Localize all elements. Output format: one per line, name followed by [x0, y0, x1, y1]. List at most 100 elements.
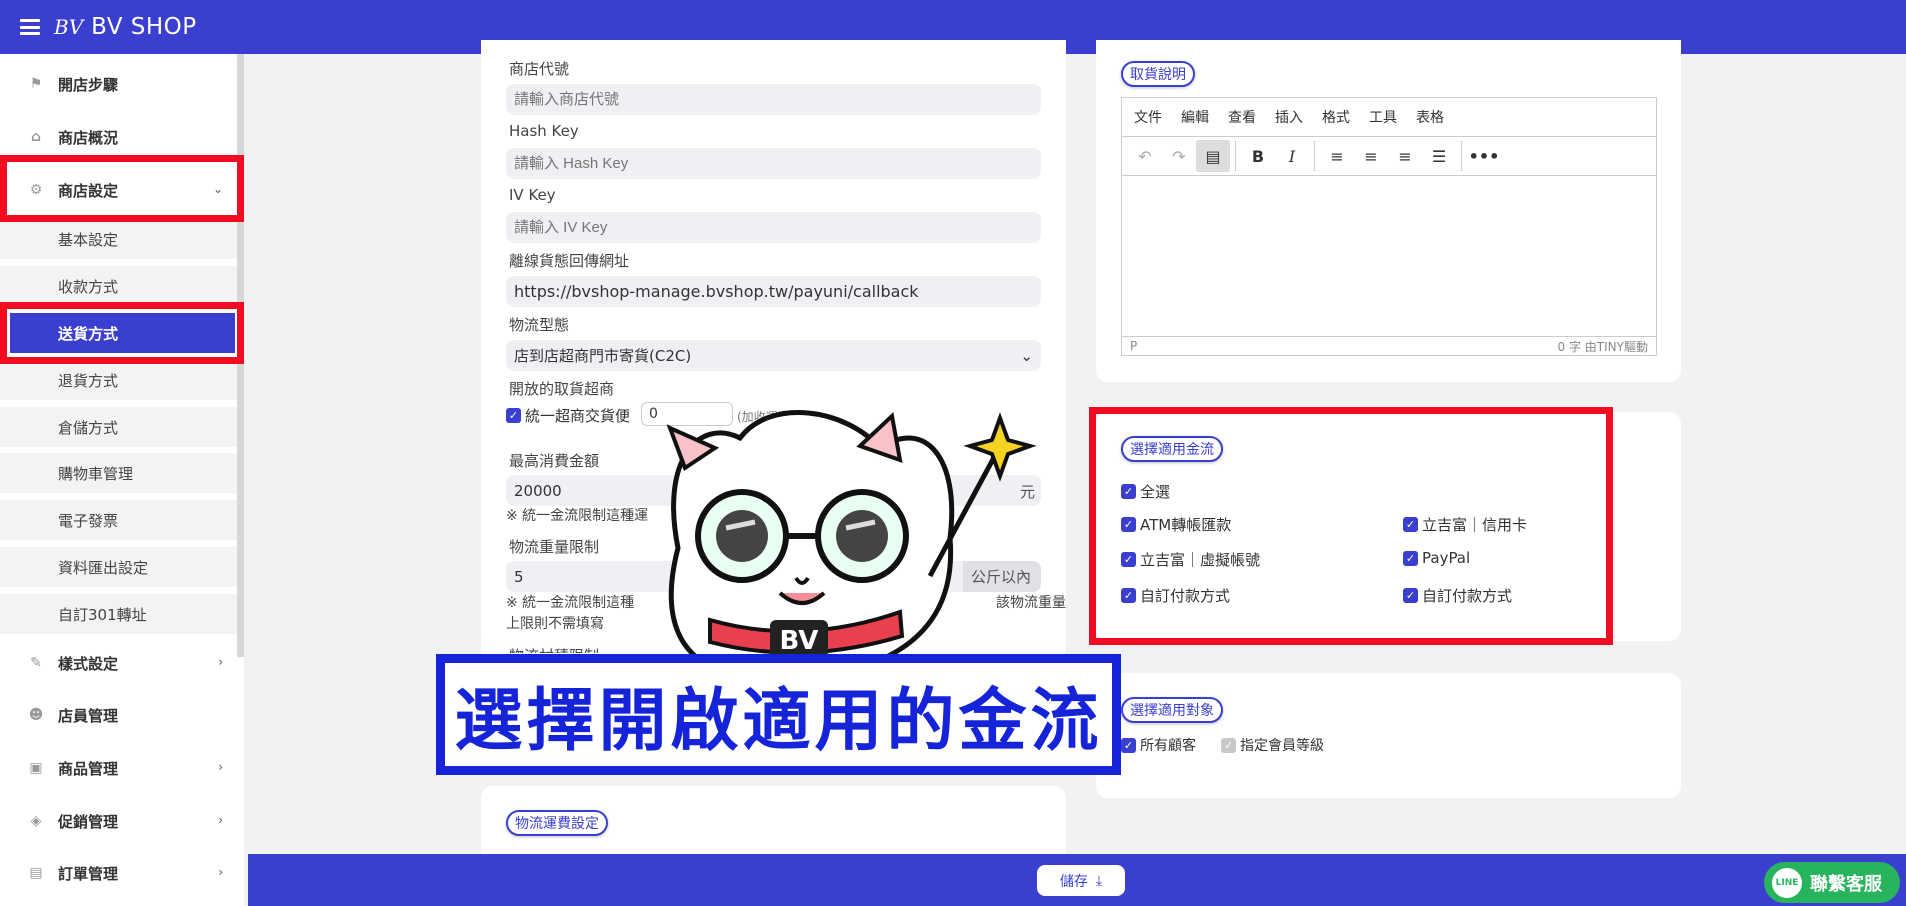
sidebar-subitem-shipping[interactable]: 送貨方式 [10, 313, 235, 353]
align-right-icon[interactable]: ≡ [1388, 140, 1422, 172]
brand-name[interactable]: BV SHOP [91, 14, 196, 40]
editor-menu-format[interactable]: 格式 [1322, 107, 1350, 127]
max-amount-label: 最高消費金額 [509, 452, 600, 470]
check-icon: ✓ [1221, 737, 1236, 753]
editor-menu-tools[interactable]: 工具 [1369, 107, 1397, 127]
payment-option-atm[interactable]: ✓ ATM轉帳匯款 [1121, 514, 1231, 535]
sidebar-item-staff[interactable]: ☻ 店員管理 [0, 692, 237, 738]
check-icon: ✓ [1121, 588, 1136, 603]
weight-limit-note-2: 上限則不需填寫 [506, 616, 604, 632]
sidebar-subitem-redirect[interactable]: 自訂301轉址 [0, 594, 237, 634]
sidebar-subitem-payment[interactable]: 收款方式 [0, 266, 237, 306]
editor-menu-edit[interactable]: 編輯 [1181, 107, 1209, 127]
open-stores-label: 開放的取貨超商 [509, 380, 615, 398]
sidebar-subitem-cart[interactable]: 購物車管理 [0, 453, 237, 493]
select-all-label: 全選 [1140, 483, 1171, 501]
volume-limit-label: 物流材積限制 [509, 645, 599, 653]
paste-icon[interactable]: ▤ [1196, 140, 1230, 172]
payment-option-custom-1[interactable]: ✓ 自訂付款方式 [1121, 585, 1230, 606]
contact-support-button[interactable]: LINE 聯繫客服 [1764, 862, 1900, 903]
payment-option-label: 立吉富｜信用卡 [1422, 516, 1528, 534]
iv-key-input[interactable] [506, 212, 1041, 243]
more-icon[interactable]: ••• [1467, 140, 1501, 172]
sidebar-subitem-warehouse[interactable]: 倉儲方式 [0, 407, 237, 447]
toolbar-divider [1314, 141, 1315, 171]
sidebar-item-label: 開店步驟 [58, 75, 119, 94]
audience-title: 選擇適用對象 [1121, 697, 1223, 723]
tutorial-caption-box: 選擇開啟適用的金流 [436, 654, 1121, 775]
sidebar-item-label: 訂單管理 [58, 864, 119, 883]
payment-option-label: ATM轉帳匯款 [1140, 516, 1232, 534]
sidebar-item-store-settings[interactable]: ⚙ 商店設定 ⌄ [0, 167, 237, 213]
payment-option-credit-card[interactable]: ✓ 立吉富｜信用卡 [1403, 514, 1527, 535]
chevron-down-icon: ⌄ [1020, 346, 1033, 365]
select-all-checkbox[interactable]: ✓ 全選 [1121, 481, 1170, 502]
max-amount-note: ※ 統一金流限制這種運 [506, 508, 649, 524]
download-icon: ⤓ [1095, 872, 1103, 889]
check-icon: ✓ [1121, 737, 1136, 753]
sidebar-subitem-returns[interactable]: 退貨方式 [0, 360, 237, 400]
sidebar-subitem-einvoice[interactable]: 電子發票 [0, 500, 237, 540]
weight-limit-note: ※ 統一金流限制這種 [506, 595, 635, 611]
sidebar-subitem-basic[interactable]: 基本設定 [0, 219, 237, 259]
clipboard-icon: ▤ [29, 865, 43, 881]
store-711-checkbox[interactable]: ✓ 統一超商交貨便 [506, 405, 630, 426]
cat-mascot-illustration: BV [666, 410, 1037, 660]
sidebar-item-label: 店員管理 [58, 706, 119, 725]
hash-key-input[interactable] [506, 148, 1041, 179]
callback-url-input[interactable]: https://bvshop-manage.bvshop.tw/payuni/c… [506, 276, 1041, 307]
undo-icon[interactable]: ↶ [1128, 140, 1162, 172]
logistics-type-select[interactable]: 店到店超商門市寄貨(C2C) ⌄ [506, 340, 1041, 371]
editor-menu-table[interactable]: 表格 [1416, 107, 1444, 127]
logo[interactable]: BV [54, 15, 83, 39]
sidebar-item-store-overview[interactable]: ⌂ 商店概況 [0, 114, 237, 160]
check-icon: ✓ [1403, 550, 1418, 566]
pickup-title: 取貨說明 [1121, 61, 1195, 87]
sidebar-subitem-export[interactable]: 資料匯出設定 [0, 547, 237, 587]
check-icon: ✓ [1403, 588, 1418, 603]
align-justify-icon[interactable]: ☰ [1422, 140, 1456, 172]
align-center-icon[interactable]: ≡ [1354, 140, 1388, 172]
store-code-label: 商店代號 [509, 60, 570, 78]
users-icon: ☻ [28, 707, 44, 723]
chevron-right-icon: › [218, 865, 223, 879]
hash-key-label: Hash Key [509, 122, 579, 140]
sidebar-item-orders[interactable]: ▤ 訂單管理 › [0, 850, 237, 896]
check-icon: ✓ [1121, 484, 1136, 499]
sidebar-item-label: 商店概況 [58, 128, 119, 147]
mascot-badge-text: BV [780, 626, 819, 656]
iv-key-label: IV Key [509, 186, 556, 204]
align-left-icon[interactable]: ≡ [1320, 140, 1354, 172]
tutorial-caption-text: 選擇開啟適用的金流 [454, 682, 1103, 761]
check-icon: ✓ [1121, 552, 1136, 567]
logistics-type-value: 店到店超商門市寄貨(C2C) [514, 347, 692, 365]
payment-option-virtual-account[interactable]: ✓ 立吉富｜虛擬帳號 [1121, 549, 1260, 570]
menu-icon[interactable] [20, 19, 40, 35]
editor-menu-view[interactable]: 查看 [1228, 107, 1256, 127]
payment-option-paypal[interactable]: ✓ PayPal [1403, 549, 1470, 567]
save-button[interactable]: 儲存 ⤓ [1037, 865, 1125, 896]
line-icon: LINE [1772, 867, 1802, 898]
check-icon: ✓ [506, 408, 521, 423]
sidebar-item-style[interactable]: ✎ 樣式設定 › [0, 640, 237, 686]
payment-option-custom-2[interactable]: ✓ 自訂付款方式 [1403, 585, 1512, 606]
magic-wand-icon: ✎ [30, 655, 42, 671]
chevron-right-icon: › [218, 760, 223, 774]
store-711-label: 統一超商交貨便 [525, 407, 631, 425]
payment-option-label: 立吉富｜虛擬帳號 [1140, 551, 1261, 569]
audience-all-checkbox[interactable]: ✓ 所有顧客 [1121, 735, 1196, 755]
editor-menu-file[interactable]: 文件 [1134, 107, 1162, 127]
sidebar-item-products[interactable]: ▣ 商品管理 › [0, 745, 237, 791]
sidebar-item-setup-steps[interactable]: ⚑ 開店步驟 [0, 61, 237, 107]
bold-icon[interactable]: B [1241, 140, 1275, 172]
sidebar-item-label: 樣式設定 [58, 654, 119, 673]
store-code-input[interactable] [506, 84, 1041, 115]
italic-icon[interactable]: I [1275, 140, 1309, 172]
tags-icon: ◈ [30, 813, 42, 829]
editor-menu-insert[interactable]: 插入 [1275, 107, 1303, 127]
audience-levels-checkbox[interactable]: ✓ 指定會員等級 [1221, 735, 1324, 755]
sidebar-scrollbar[interactable] [237, 54, 244, 657]
sidebar-item-promotions[interactable]: ◈ 促銷管理 › [0, 798, 237, 844]
pickup-rich-text-editor[interactable]: 文件 編輯 查看 插入 格式 工具 表格 ↶ ↷ ▤ B I ≡ ≡ ≡ ☰ •… [1121, 97, 1657, 356]
redo-icon[interactable]: ↷ [1162, 140, 1196, 172]
